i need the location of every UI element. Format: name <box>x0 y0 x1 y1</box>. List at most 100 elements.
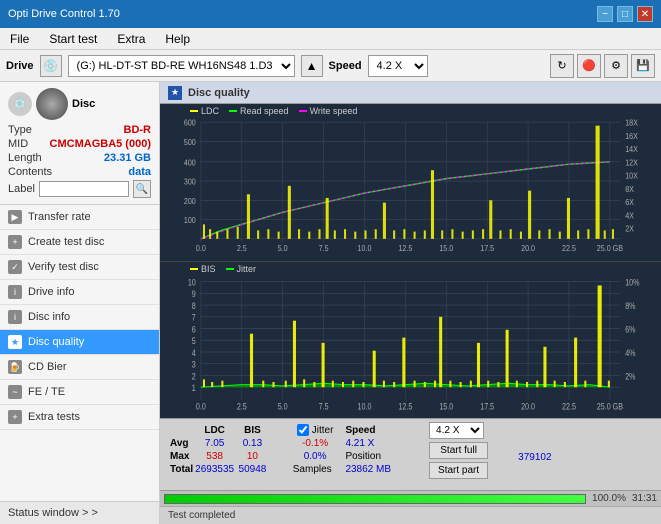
total-ldc-val: 2693535 <box>195 464 234 475</box>
status-window-label: Status window > > <box>8 507 98 519</box>
avg-ldc-val: 7.05 <box>195 438 234 449</box>
svg-text:10X: 10X <box>625 171 638 181</box>
svg-text:10.0: 10.0 <box>358 243 373 253</box>
start-full-button[interactable]: Start full <box>429 442 488 459</box>
content-area: ★ Disc quality LDC Read speed <box>160 82 661 524</box>
chart2-svg: 10 9 8 7 6 5 4 3 2 1 10% 8% 6% 4% 2% <box>160 262 661 419</box>
disc-label-input[interactable] <box>39 181 129 197</box>
sidebar-item-fe-te[interactable]: ~ FE / TE <box>0 380 159 405</box>
svg-text:6: 6 <box>192 324 196 334</box>
progress-time: 31:31 <box>632 493 657 504</box>
stats-table: LDC BIS Jitter Speed <box>168 422 399 477</box>
menubar: File Start test Extra Help <box>0 28 661 50</box>
svg-text:15.0: 15.0 <box>439 243 454 253</box>
action-btn-2[interactable]: ⚙ <box>604 54 628 78</box>
jitter-checkbox-label[interactable]: Jitter <box>297 424 334 436</box>
total-row-label: Total <box>170 464 193 475</box>
disc-label-button[interactable]: 🔍 <box>133 180 151 198</box>
svg-text:10: 10 <box>188 277 196 287</box>
sidebar-item-create-test-disc[interactable]: + Create test disc <box>0 230 159 255</box>
sidebar-item-transfer-rate[interactable]: ▶ Transfer rate <box>0 205 159 230</box>
stats-bis-header: BIS <box>236 424 269 436</box>
save-button[interactable]: 💾 <box>631 54 655 78</box>
speed-buttons-section: 4.2 X Start full Start part <box>429 422 488 479</box>
disc-mid-label: MID <box>8 138 28 150</box>
stats-table-section: LDC BIS Jitter Speed <box>168 422 399 477</box>
drive-select[interactable]: (G:) HL-DT-ST BD-RE WH16NS48 1.D3 <box>68 55 295 77</box>
menu-start-test[interactable]: Start test <box>43 30 103 48</box>
position-val-cell: 23862 MB <box>339 464 397 475</box>
disc-label-key: Label <box>8 183 35 195</box>
legend-ldc-dot <box>190 110 198 112</box>
disc-contents-value: data <box>128 166 151 178</box>
chart1-legend: LDC Read speed Write speed <box>190 106 357 116</box>
menu-help[interactable]: Help <box>159 30 196 48</box>
jitter-checkbox[interactable] <box>297 424 309 436</box>
svg-text:200: 200 <box>184 196 197 206</box>
sidebar-item-drive-info[interactable]: i Drive info <box>0 280 159 305</box>
total-bis-val: 50948 <box>236 464 269 475</box>
maximize-button[interactable]: □ <box>617 6 633 22</box>
svg-text:14X: 14X <box>625 145 638 155</box>
start-part-button[interactable]: Start part <box>429 462 488 479</box>
legend-jitter: Jitter <box>226 264 257 274</box>
avg-jitter-val: -0.1% <box>293 438 338 449</box>
svg-text:2X: 2X <box>625 224 634 234</box>
legend-ldc: LDC <box>190 106 219 116</box>
sidebar-nav: ▶ Transfer rate + Create test disc ✓ Ver… <box>0 205 159 501</box>
svg-text:17.5: 17.5 <box>480 243 495 253</box>
menu-extra[interactable]: Extra <box>111 30 151 48</box>
titlebar: Opti Drive Control 1.70 − □ ✕ <box>0 0 661 28</box>
statusbar: Test completed <box>160 506 661 524</box>
sidebar-item-disc-info[interactable]: i Disc info <box>0 305 159 330</box>
refresh-button[interactable]: ↻ <box>550 54 574 78</box>
minimize-button[interactable]: − <box>597 6 613 22</box>
svg-text:18X: 18X <box>625 118 638 128</box>
statusbar-text: Test completed <box>168 510 235 521</box>
svg-text:4X: 4X <box>625 211 634 221</box>
progress-track <box>164 494 586 504</box>
speed-dropdown[interactable]: 4.2 X <box>429 422 484 439</box>
sidebar-item-cd-bier[interactable]: 🍺 CD Bier <box>0 355 159 380</box>
svg-text:300: 300 <box>184 177 197 187</box>
create-test-disc-icon: + <box>8 235 22 249</box>
close-button[interactable]: ✕ <box>637 6 653 22</box>
svg-text:22.5: 22.5 <box>562 401 576 411</box>
position-label: Position <box>345 451 381 462</box>
samples-label-cell: Samples <box>293 464 338 475</box>
sidebar-item-extra-tests[interactable]: + Extra tests <box>0 405 159 430</box>
chart-bis-jitter: BIS Jitter <box>160 262 661 419</box>
speed-select[interactable]: 4.2 X <box>368 55 428 77</box>
progress-percent: 100.0% <box>592 493 626 504</box>
sidebar-item-label-disc-quality: Disc quality <box>28 336 84 348</box>
status-window-button[interactable]: Status window > > <box>0 501 159 524</box>
chart-ldc-read-write: LDC Read speed Write speed <box>160 104 661 262</box>
sidebar-item-verify-test-disc[interactable]: ✓ Verify test disc <box>0 255 159 280</box>
svg-text:7.5: 7.5 <box>319 401 329 411</box>
disc-contents-label: Contents <box>8 166 52 178</box>
eject-button[interactable]: ▲ <box>301 55 323 77</box>
disc-contents-row: Contents data <box>8 166 151 178</box>
sidebar-item-label-drive-info: Drive info <box>28 286 74 298</box>
svg-text:16X: 16X <box>625 131 638 141</box>
svg-text:7: 7 <box>192 312 196 322</box>
avg-row-label: Avg <box>170 438 193 449</box>
legend-bis-dot <box>190 268 198 270</box>
progress-bar-container: 100.0% 31:31 <box>160 490 661 506</box>
fe-te-icon: ~ <box>8 385 22 399</box>
svg-text:2.5: 2.5 <box>237 243 248 253</box>
menu-file[interactable]: File <box>4 30 35 48</box>
svg-text:22.5: 22.5 <box>562 243 577 253</box>
disc-thumbnail <box>36 88 68 120</box>
disc-header: 💿 Disc <box>8 88 151 120</box>
svg-text:0.0: 0.0 <box>196 243 207 253</box>
svg-text:2.5: 2.5 <box>237 401 247 411</box>
svg-text:10%: 10% <box>625 277 639 287</box>
sidebar-item-label-verify-test-disc: Verify test disc <box>28 261 99 273</box>
svg-text:20.0: 20.0 <box>521 401 535 411</box>
action-btn-1[interactable]: 🔴 <box>577 54 601 78</box>
chart1-svg: 600 500 400 300 200 100 18X 16X 14X 12X … <box>160 104 661 261</box>
sidebar-item-disc-quality[interactable]: ★ Disc quality <box>0 330 159 355</box>
disc-mid-value: CMCMAGBA5 (000) <box>50 138 151 150</box>
speed-label: Speed <box>329 60 362 72</box>
